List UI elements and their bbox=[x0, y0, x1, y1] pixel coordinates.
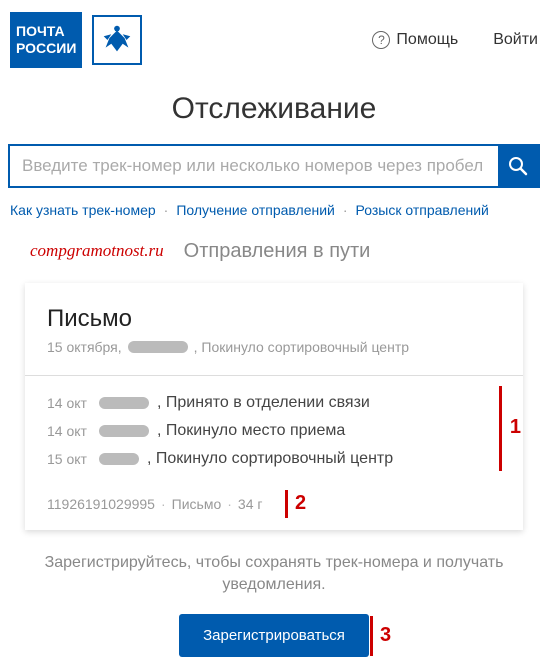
logo-emblem[interactable] bbox=[92, 15, 142, 65]
register-container: Зарегистрироваться 3 bbox=[25, 614, 523, 657]
login-button[interactable]: Войти bbox=[493, 31, 538, 49]
meta-type: Письмо bbox=[172, 496, 222, 512]
help-button[interactable]: ? Помощь bbox=[372, 31, 458, 49]
nav-links: Как узнать трек-номер · Получение отправ… bbox=[0, 202, 548, 236]
annotation-bar-1 bbox=[499, 386, 502, 471]
nav-link-receiving[interactable]: Получение отправлений bbox=[176, 202, 335, 218]
card-subtitle: 15 октября, , Покинуло сортировочный цен… bbox=[47, 339, 501, 355]
watermark-row: compgramotnost.ru Отправления в пути bbox=[0, 236, 548, 273]
subtitle-date: 15 октября, bbox=[47, 339, 122, 355]
event-text: , Покинуло сортировочный центр bbox=[147, 450, 393, 468]
question-icon: ? bbox=[372, 31, 390, 49]
event-date: 14 окт bbox=[47, 395, 91, 411]
register-text: Зарегистрируйтесь, чтобы сохранять трек-… bbox=[40, 552, 508, 597]
redacted-location bbox=[99, 397, 149, 409]
event-date: 15 окт bbox=[47, 451, 91, 467]
help-label: Помощь bbox=[396, 31, 458, 49]
event-text: , Покинуло место приема bbox=[157, 422, 345, 440]
event-row: 14 окт , Покинуло место приема bbox=[47, 422, 501, 440]
search-icon bbox=[508, 156, 528, 176]
event-row: 14 окт , Принято в отделении связи bbox=[47, 394, 501, 412]
separator bbox=[25, 375, 523, 376]
section-title: Отправления в пути bbox=[184, 240, 371, 263]
eagle-icon bbox=[98, 21, 136, 59]
nav-link-track-howto[interactable]: Как узнать трек-номер bbox=[10, 202, 156, 218]
annotation-1: 1 bbox=[510, 416, 521, 439]
search-container bbox=[8, 144, 540, 188]
meta-separator: · bbox=[227, 496, 232, 512]
nav-separator: · bbox=[164, 202, 169, 218]
event-date: 14 окт bbox=[47, 423, 91, 439]
event-row: 15 окт , Покинуло сортировочный центр bbox=[47, 450, 501, 468]
header: ПОЧТА РОССИИ ? Помощь Войти bbox=[0, 0, 548, 80]
redacted-location bbox=[99, 425, 149, 437]
redacted-location bbox=[99, 453, 139, 465]
logo-text[interactable]: ПОЧТА РОССИИ bbox=[10, 12, 82, 68]
logo-line2: РОССИИ bbox=[16, 40, 76, 57]
page-title: Отслеживание bbox=[0, 92, 548, 126]
tracking-card[interactable]: Письмо 15 октября, , Покинуло сортировоч… bbox=[25, 283, 523, 530]
search-input[interactable] bbox=[10, 146, 498, 186]
watermark: compgramotnost.ru bbox=[30, 241, 164, 261]
search-button[interactable] bbox=[498, 146, 538, 186]
nav-separator: · bbox=[343, 202, 348, 218]
annotation-bar-2 bbox=[285, 490, 288, 518]
redacted-location bbox=[128, 341, 188, 353]
meta-row: 11926191029995 · Письмо · 34 г 2 bbox=[47, 496, 501, 512]
annotation-3: 3 bbox=[380, 624, 391, 647]
annotation-bar-3 bbox=[370, 616, 373, 656]
nav-link-search[interactable]: Розыск отправлений bbox=[356, 202, 489, 218]
card-title: Письмо bbox=[47, 305, 501, 333]
logo-line1: ПОЧТА bbox=[16, 23, 76, 40]
meta-weight: 34 г bbox=[238, 496, 263, 512]
events-container: 14 окт , Принято в отделении связи 14 ок… bbox=[47, 394, 501, 468]
event-text: , Принято в отделении связи bbox=[157, 394, 370, 412]
subtitle-status: , Покинуло сортировочный центр bbox=[194, 339, 409, 355]
annotation-2: 2 bbox=[295, 492, 306, 515]
register-button[interactable]: Зарегистрироваться bbox=[179, 614, 369, 657]
track-number: 11926191029995 bbox=[47, 496, 155, 512]
meta-separator: · bbox=[161, 496, 166, 512]
